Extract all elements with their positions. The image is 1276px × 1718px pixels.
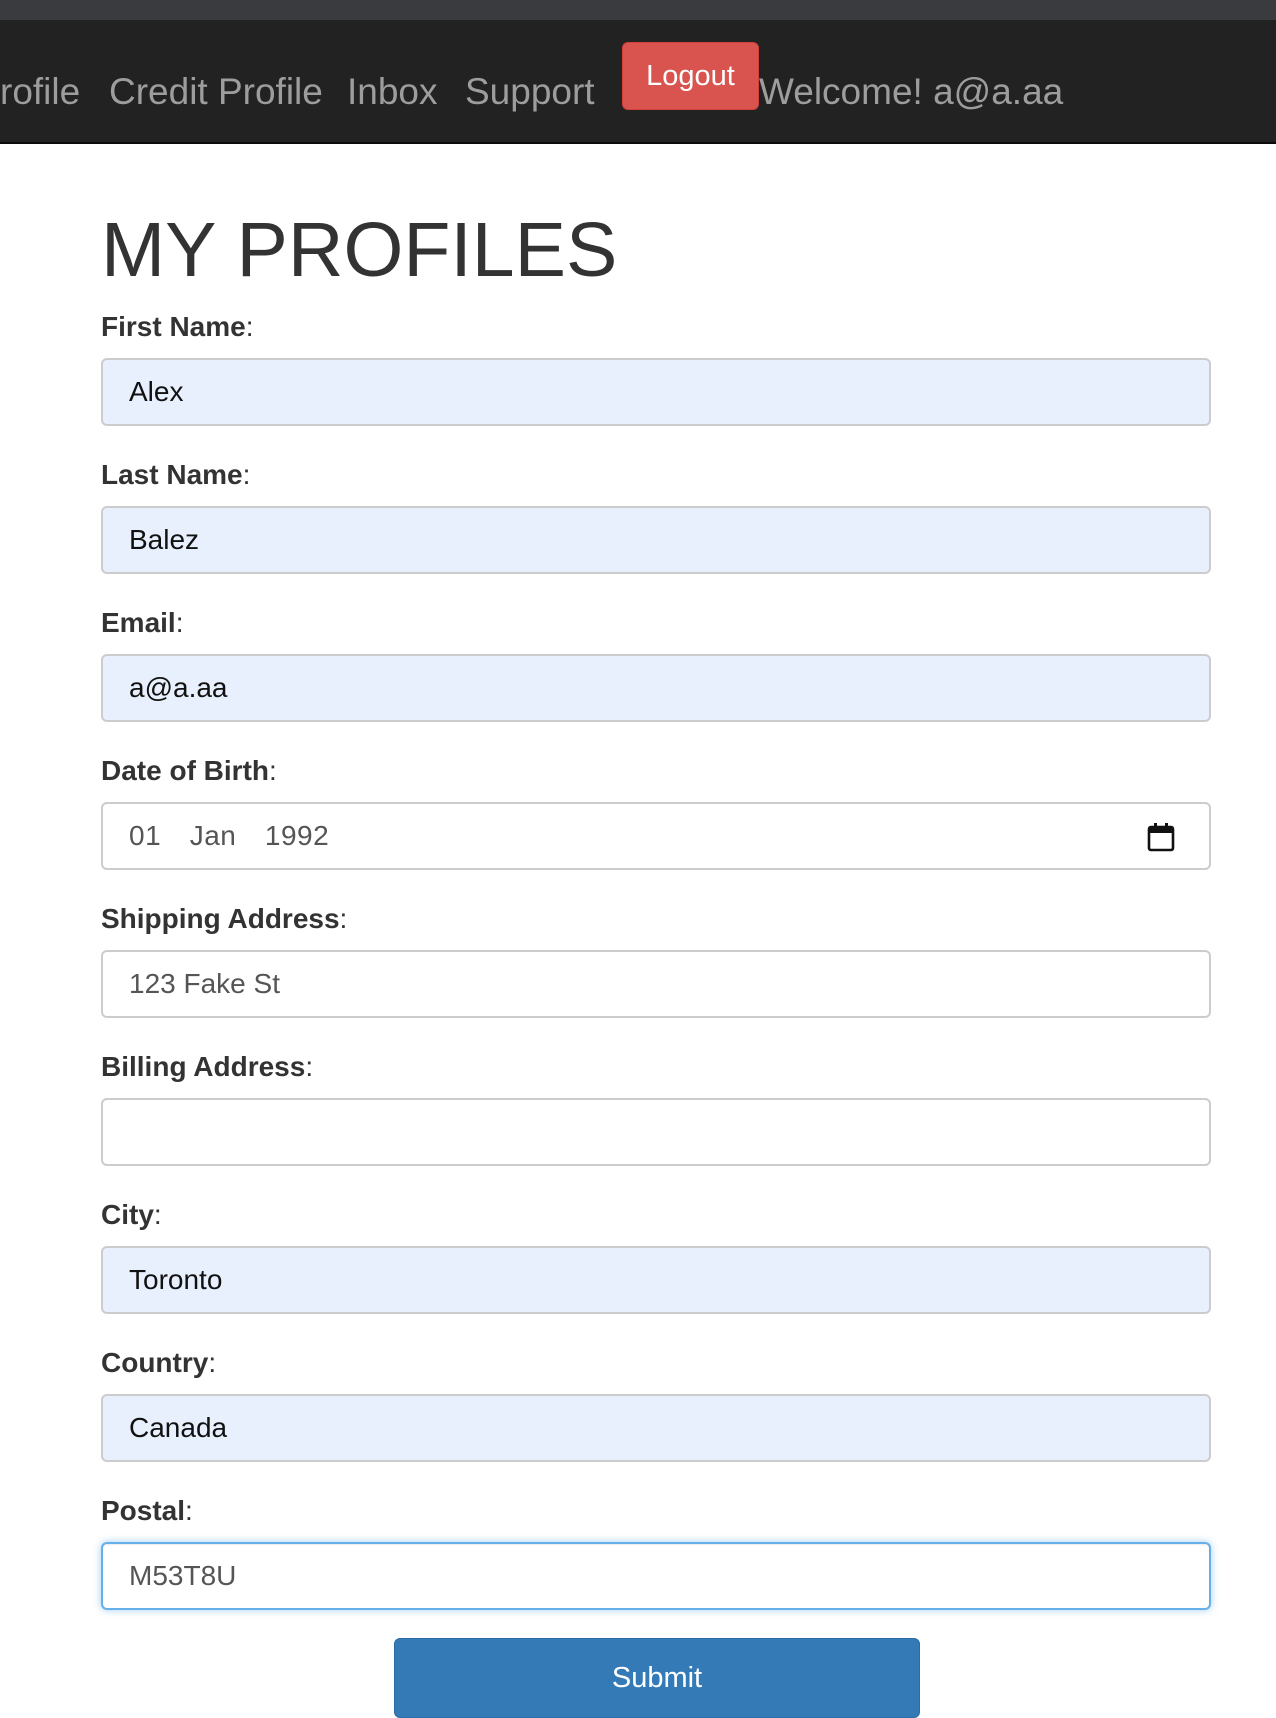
dob-input[interactable]: 01 Jan 1992 xyxy=(101,802,1211,870)
shipping-address-value: 123 Fake St xyxy=(129,968,280,999)
first-name-value: Alex xyxy=(129,376,184,407)
email-input[interactable]: a@a.aa xyxy=(101,654,1211,722)
browser-top-strip xyxy=(0,0,1276,20)
logout-button[interactable]: Logout xyxy=(622,42,759,110)
country-input[interactable]: Canada xyxy=(101,1394,1211,1462)
last-name-label: Last Name: xyxy=(101,459,251,490)
last-name-input[interactable]: Balez xyxy=(101,506,1211,574)
country-value: Canada xyxy=(129,1412,228,1443)
shipping-address-input[interactable]: 123 Fake St xyxy=(101,950,1211,1018)
nav-link-support[interactable]: Support xyxy=(465,70,595,114)
dob-value: 01 Jan 1992 xyxy=(129,820,330,851)
page-title: MY PROFILES xyxy=(101,207,618,293)
first-name-input[interactable]: Alex xyxy=(101,358,1211,426)
postal-label: Postal: xyxy=(101,1495,193,1526)
billing-address-input[interactable] xyxy=(101,1098,1211,1166)
top-navbar: rofile Credit Profile Inbox Support Logo… xyxy=(0,20,1276,144)
billing-address-label: Billing Address: xyxy=(101,1051,314,1082)
submit-button[interactable]: Submit xyxy=(394,1638,920,1718)
calendar-icon[interactable] xyxy=(1147,822,1175,852)
last-name-value: Balez xyxy=(129,524,200,555)
first-name-label: First Name: xyxy=(101,311,254,342)
dob-label: Date of Birth: xyxy=(101,755,277,786)
postal-input[interactable]: M53T8U xyxy=(101,1542,1211,1610)
shipping-address-label: Shipping Address: xyxy=(101,903,348,934)
welcome-message: Welcome! a@a.aa xyxy=(759,71,1064,112)
city-input[interactable]: Toronto xyxy=(101,1246,1211,1314)
postal-value: M53T8U xyxy=(129,1560,237,1591)
nav-link-inbox[interactable]: Inbox xyxy=(347,70,438,114)
country-label: Country: xyxy=(101,1347,217,1378)
nav-link-credit-profile[interactable]: Credit Profile xyxy=(109,70,323,114)
email-label: Email: xyxy=(101,607,184,638)
nav-link-profile[interactable]: rofile xyxy=(0,70,80,114)
email-value: a@a.aa xyxy=(129,672,228,703)
city-value: Toronto xyxy=(129,1264,223,1295)
city-label: City: xyxy=(101,1199,162,1230)
